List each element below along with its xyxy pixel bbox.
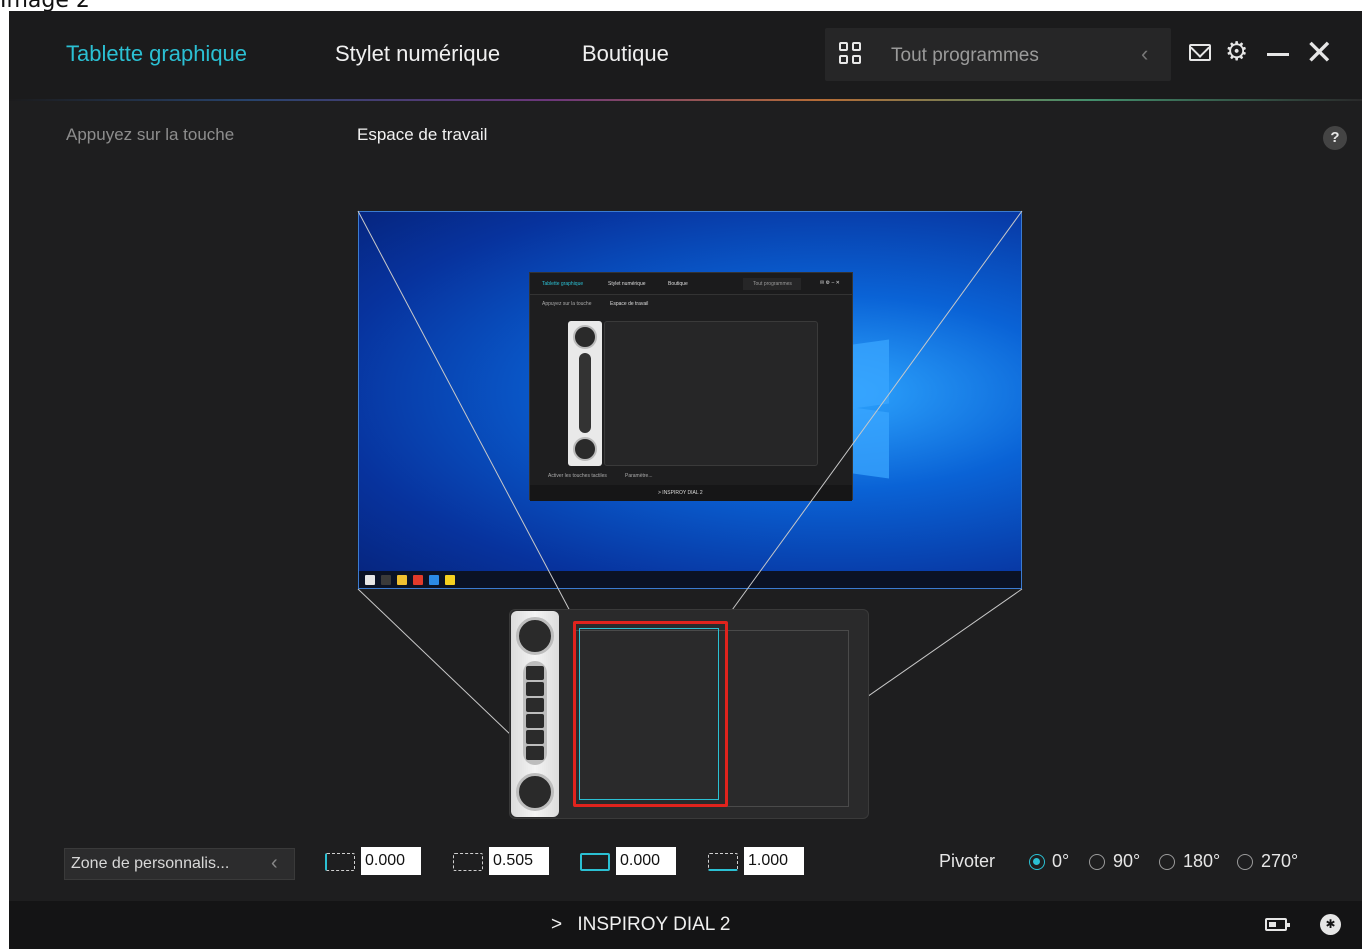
dial-icon (516, 617, 554, 655)
top-bar: Tablette graphique Stylet numérique Bout… (9, 11, 1362, 99)
rotate-180-label[interactable]: 180° (1183, 851, 1220, 872)
rotate-90-radio[interactable] (1089, 854, 1105, 870)
mini-subtab: Appuyez sur la touche (542, 301, 592, 307)
rotate-90-label[interactable]: 90° (1113, 851, 1140, 872)
chevron-left-icon: ‹ (271, 852, 278, 874)
rotate-0-radio[interactable] (1029, 854, 1045, 870)
chevron-left-icon[interactable]: ‹ (1141, 41, 1148, 67)
tab-tablette-graphique[interactable]: Tablette graphique (66, 41, 247, 67)
coord-top-input[interactable]: 0.000 (616, 847, 676, 875)
mini-checkbox-label: Activer les touches tactiles (548, 473, 607, 479)
program-selector[interactable]: Tout programmes ‹ (825, 28, 1171, 81)
bottom-edge-icon (708, 853, 738, 871)
app-icon (397, 575, 407, 585)
chevron-right-icon: > (551, 914, 563, 935)
device-selector[interactable]: > INSPIROY DIAL 2 (551, 914, 731, 936)
grid-icon (839, 42, 861, 64)
tab-stylet-numerique[interactable]: Stylet numérique (335, 41, 500, 67)
rotate-180-radio[interactable] (1159, 854, 1175, 870)
zone-dropdown-label: Zone de personnalis... (71, 855, 230, 872)
express-keys (523, 661, 547, 765)
mini-tab: Stylet numérique (608, 281, 646, 287)
app-icon (413, 575, 423, 585)
start-icon (365, 575, 375, 585)
windows-logo (853, 339, 889, 409)
mini-tablet-pad (604, 321, 818, 466)
rotate-0-label[interactable]: 0° (1052, 851, 1069, 872)
device-name: INSPIROY DIAL 2 (577, 914, 731, 935)
subtab-espace-de-travail[interactable]: Espace de travail (357, 125, 487, 145)
mini-window-controls: ✉ ⚙ – ✕ (820, 280, 840, 286)
coord-bottom-input[interactable]: 1.000 (744, 847, 804, 875)
right-edge-icon (453, 853, 483, 871)
rotate-label: Pivoter (939, 851, 996, 871)
rotate-270-label[interactable]: 270° (1261, 851, 1298, 872)
app-window: Tablette graphique Stylet numérique Bout… (9, 11, 1362, 949)
mini-tab: Tablette graphique (542, 281, 584, 287)
coord-left-input[interactable]: 0.000 (361, 847, 421, 875)
taskbar (359, 571, 1021, 588)
battery-icon (1265, 918, 1290, 931)
mini-subtab: Espace de travail (610, 301, 649, 307)
mini-device-label: > INSPIROY DIAL 2 (658, 490, 703, 496)
close-icon[interactable]: ✕ (1305, 33, 1334, 73)
tablet-keys-panel (511, 611, 559, 817)
mini-app-preview: Tablette graphique Stylet numérique Bout… (529, 272, 853, 501)
coord-right-input[interactable]: 0.505 (489, 847, 549, 875)
folder-icon (445, 575, 455, 585)
mini-tablet-keys (568, 321, 602, 466)
search-icon (381, 575, 391, 585)
screen-preview[interactable]: Tablette graphique Stylet numérique Bout… (358, 211, 1022, 589)
bluetooth-icon: ✱ (1320, 914, 1341, 935)
rotate-270-radio[interactable] (1237, 854, 1253, 870)
mini-settings-label: Paramètre... (625, 473, 653, 479)
top-edge-icon (580, 853, 610, 871)
mail-icon[interactable] (1189, 44, 1211, 61)
zone-dropdown[interactable]: Zone de personnalis... ‹ (64, 848, 295, 880)
left-edge-icon (325, 853, 355, 871)
tab-boutique[interactable]: Boutique (582, 41, 669, 67)
help-icon[interactable]: ? (1323, 126, 1347, 150)
active-area[interactable] (579, 628, 719, 800)
program-selector-label: Tout programmes (891, 45, 1039, 66)
app-icon (429, 575, 439, 585)
subtab-appuyez-sur-la-touche[interactable]: Appuyez sur la touche (66, 125, 234, 145)
gear-icon[interactable]: ⚙ (1225, 36, 1248, 66)
image-caption: Image 2 (0, 0, 90, 13)
mini-tab: Boutique (668, 281, 688, 287)
divider (9, 99, 1362, 101)
status-footer: > INSPIROY DIAL 2 ✱ (9, 901, 1362, 949)
dial-icon (516, 773, 554, 811)
minimize-icon[interactable] (1267, 53, 1289, 56)
mini-program-label: Tout programmes (753, 281, 792, 287)
